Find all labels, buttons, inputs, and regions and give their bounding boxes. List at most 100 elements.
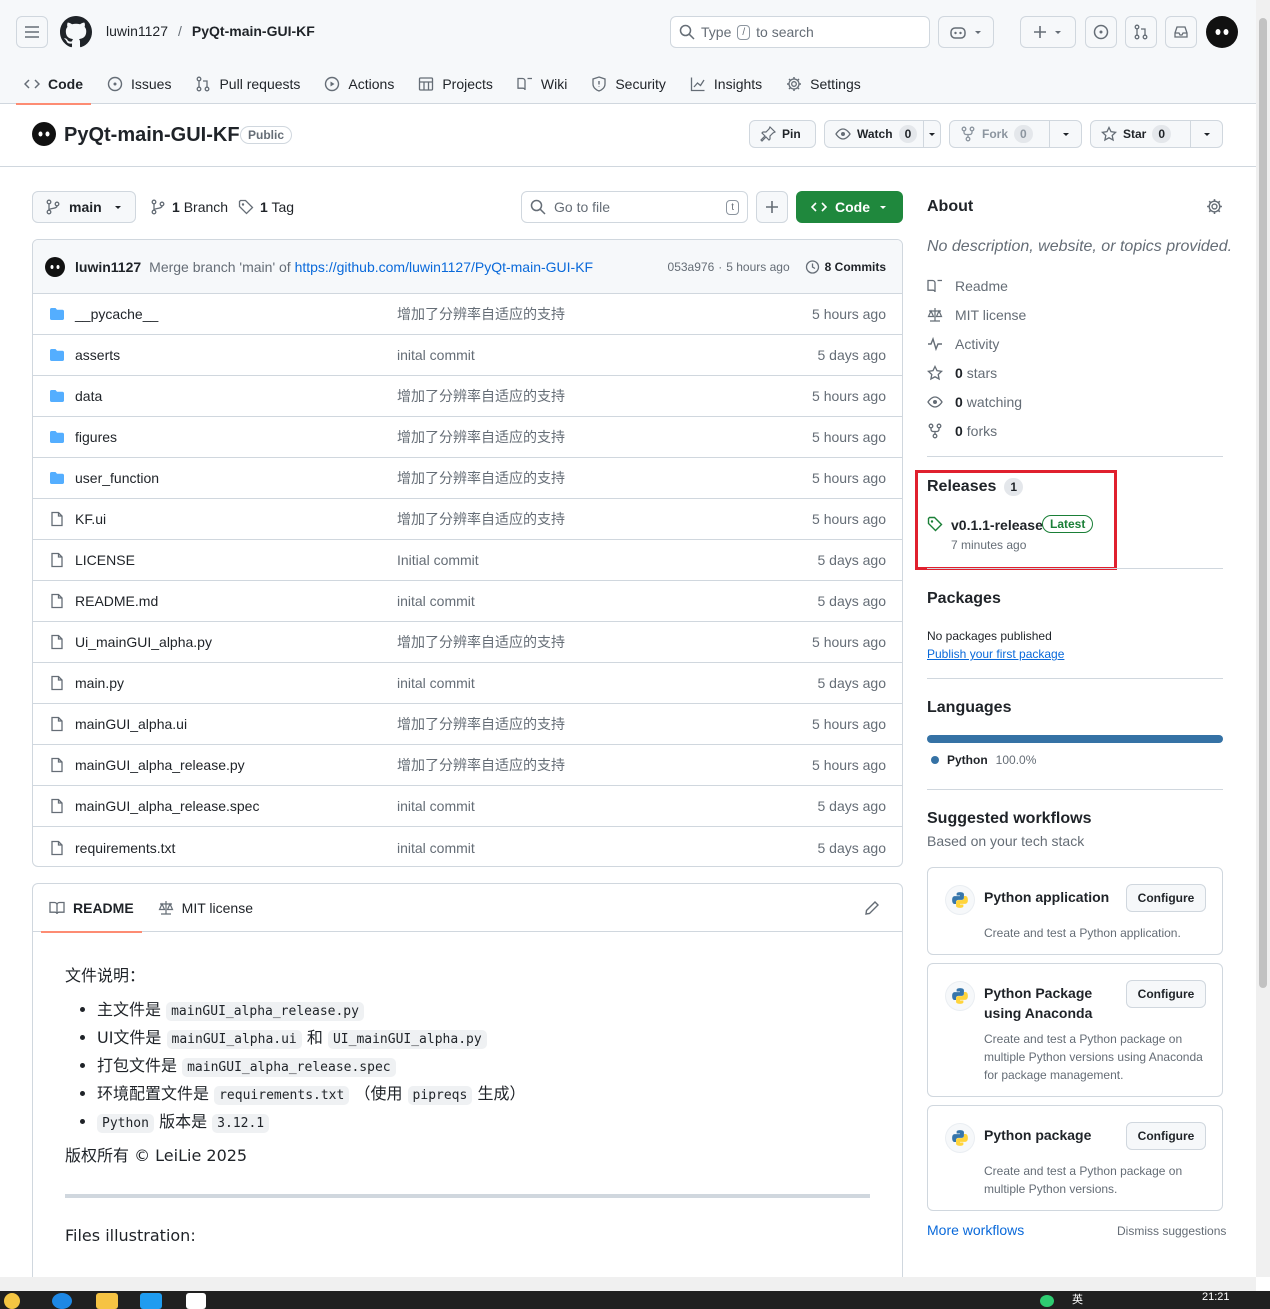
about-item-mit-license[interactable]: MIT license: [927, 307, 1026, 323]
about-item-activity[interactable]: Activity: [927, 336, 999, 352]
tab-security[interactable]: Security: [583, 64, 674, 104]
file-name-link[interactable]: mainGUI_alpha_release.spec: [75, 798, 397, 814]
tab-pull-requests[interactable]: Pull requests: [187, 64, 308, 104]
file-commit-message[interactable]: 增加了分辨率自适应的支持: [397, 714, 565, 734]
configure-button[interactable]: Configure: [1126, 884, 1206, 912]
clock[interactable]: 21:21: [1202, 1291, 1230, 1303]
inbox-button[interactable]: [1165, 16, 1197, 48]
file-commit-message[interactable]: inital commit: [397, 675, 475, 691]
configure-button[interactable]: Configure: [1126, 980, 1206, 1008]
file-commit-message[interactable]: Initial commit: [397, 552, 479, 568]
releases-header[interactable]: Releases 1: [927, 478, 1024, 496]
commit-hash[interactable]: 053a976: [668, 260, 715, 274]
file-name-link[interactable]: requirements.txt: [75, 840, 397, 856]
branches-link[interactable]: 1 Branch: [150, 199, 228, 215]
file-name-link[interactable]: README.md: [75, 593, 397, 609]
typora-icon[interactable]: [186, 1293, 206, 1309]
file-explorer-icon[interactable]: [96, 1293, 118, 1309]
configure-button[interactable]: Configure: [1126, 1122, 1206, 1150]
user-avatar[interactable]: [1206, 16, 1238, 48]
about-item-forks[interactable]: 0 forks: [927, 423, 997, 439]
widgets-icon[interactable]: [4, 1293, 20, 1309]
tab-issues[interactable]: Issues: [99, 64, 179, 104]
pin-button[interactable]: Pin: [749, 120, 816, 148]
about-item-count: 0: [955, 394, 963, 410]
ime-indicator[interactable]: 英: [1072, 1291, 1083, 1307]
about-item-readme[interactable]: Readme: [927, 278, 1008, 294]
file-commit-message[interactable]: inital commit: [397, 593, 475, 609]
file-name-link[interactable]: asserts: [75, 347, 397, 363]
file-commit-message[interactable]: 增加了分辨率自适应的支持: [397, 386, 565, 406]
tab-license[interactable]: MIT license: [150, 884, 261, 932]
file-name-link[interactable]: main.py: [75, 675, 397, 691]
commits-history-link[interactable]: 8 Commits: [804, 259, 886, 275]
tab-settings[interactable]: Settings: [778, 64, 869, 104]
file-commit-message[interactable]: inital commit: [397, 798, 475, 814]
file-name-link[interactable]: user_function: [75, 470, 397, 486]
file-commit-message[interactable]: 增加了分辨率自适应的支持: [397, 468, 565, 488]
commit-author[interactable]: luwin1127: [75, 259, 141, 275]
tab-readme[interactable]: README: [41, 884, 142, 933]
file-commit-message[interactable]: 增加了分辨率自适应的支持: [397, 509, 565, 529]
about-item-stars[interactable]: 0 stars: [927, 365, 997, 381]
tab-insights[interactable]: Insights: [682, 64, 770, 104]
code-button[interactable]: Code: [796, 191, 903, 223]
file-name-link[interactable]: __pycache__: [75, 306, 397, 322]
tab-code[interactable]: Code: [16, 64, 91, 105]
github-logo-icon[interactable]: [60, 16, 92, 48]
file-commit-message[interactable]: 增加了分辨率自适应的支持: [397, 304, 565, 324]
menu-button[interactable]: [16, 16, 48, 48]
star-dropdown[interactable]: [1190, 121, 1222, 147]
fork-button[interactable]: Fork 0: [949, 120, 1082, 148]
pencil-icon[interactable]: [864, 900, 880, 916]
publish-package-link[interactable]: Publish your first package: [927, 647, 1064, 661]
copilot-button[interactable]: [938, 16, 994, 48]
more-workflows-link[interactable]: More workflows: [927, 1222, 1024, 1238]
file-commit-message[interactable]: inital commit: [397, 347, 475, 363]
file-name-link[interactable]: figures: [75, 429, 397, 445]
about-item-watching[interactable]: 0 watching: [927, 394, 1022, 410]
file-name-link[interactable]: data: [75, 388, 397, 404]
watch-button[interactable]: Watch 0: [824, 120, 941, 148]
file-name-link[interactable]: LICENSE: [75, 552, 397, 568]
file-commit-message[interactable]: 增加了分辨率自适应的支持: [397, 632, 565, 652]
tab-projects[interactable]: Projects: [410, 64, 501, 104]
language-python[interactable]: Python 100.0%: [931, 753, 1036, 767]
repo-title[interactable]: PyQt-main-GUI-KF: [64, 124, 240, 147]
wechat-icon[interactable]: [1040, 1295, 1054, 1307]
create-new-button[interactable]: [1020, 16, 1076, 48]
tags-link[interactable]: 1 Tag: [238, 199, 294, 215]
file-name-link[interactable]: KF.ui: [75, 511, 397, 527]
go-to-file-input[interactable]: Go to file t: [521, 191, 748, 223]
file-commit-message[interactable]: 增加了分辨率自适应的支持: [397, 755, 565, 775]
horizontal-scrollbar[interactable]: [0, 1277, 1256, 1291]
vscode-icon[interactable]: [140, 1293, 162, 1309]
packages-title[interactable]: Packages: [927, 590, 1001, 608]
edge-browser-icon[interactable]: [52, 1293, 72, 1309]
release-name[interactable]: v0.1.1-release: [951, 517, 1043, 533]
watch-dropdown[interactable]: [923, 121, 940, 147]
file-commit-message[interactable]: inital commit: [397, 840, 475, 856]
dismiss-suggestions-button[interactable]: Dismiss suggestions: [1117, 1224, 1226, 1238]
tab-wiki[interactable]: Wiki: [509, 64, 575, 104]
file-name-link[interactable]: mainGUI_alpha_release.py: [75, 757, 397, 773]
repo-link[interactable]: PyQt-main-GUI-KF: [192, 23, 315, 39]
scrollbar-thumb[interactable]: [1259, 18, 1267, 988]
owner-link[interactable]: luwin1127: [106, 23, 168, 39]
star-button[interactable]: Star 0: [1090, 120, 1223, 148]
fork-dropdown[interactable]: [1049, 121, 1081, 147]
vertical-scrollbar[interactable]: [1256, 0, 1270, 1277]
file-commit-message[interactable]: 增加了分辨率自适应的支持: [397, 427, 565, 447]
file-name-link[interactable]: mainGUI_alpha.ui: [75, 716, 397, 732]
file-name-link[interactable]: Ui_mainGUI_alpha.py: [75, 634, 397, 650]
commit-message-link[interactable]: https://github.com/luwin1127/PyQt-main-G…: [295, 259, 594, 275]
pull-requests-button[interactable]: [1125, 16, 1157, 48]
search-input[interactable]: Type / to search: [670, 16, 930, 48]
tab-actions[interactable]: Actions: [316, 64, 402, 104]
commit-message[interactable]: Merge branch 'main' of: [149, 259, 291, 275]
add-file-button[interactable]: [756, 191, 788, 223]
branch-selector[interactable]: main: [32, 191, 136, 223]
gear-icon[interactable]: [1206, 198, 1223, 215]
tags-label: Tag: [271, 199, 295, 215]
issues-button[interactable]: [1085, 16, 1117, 48]
